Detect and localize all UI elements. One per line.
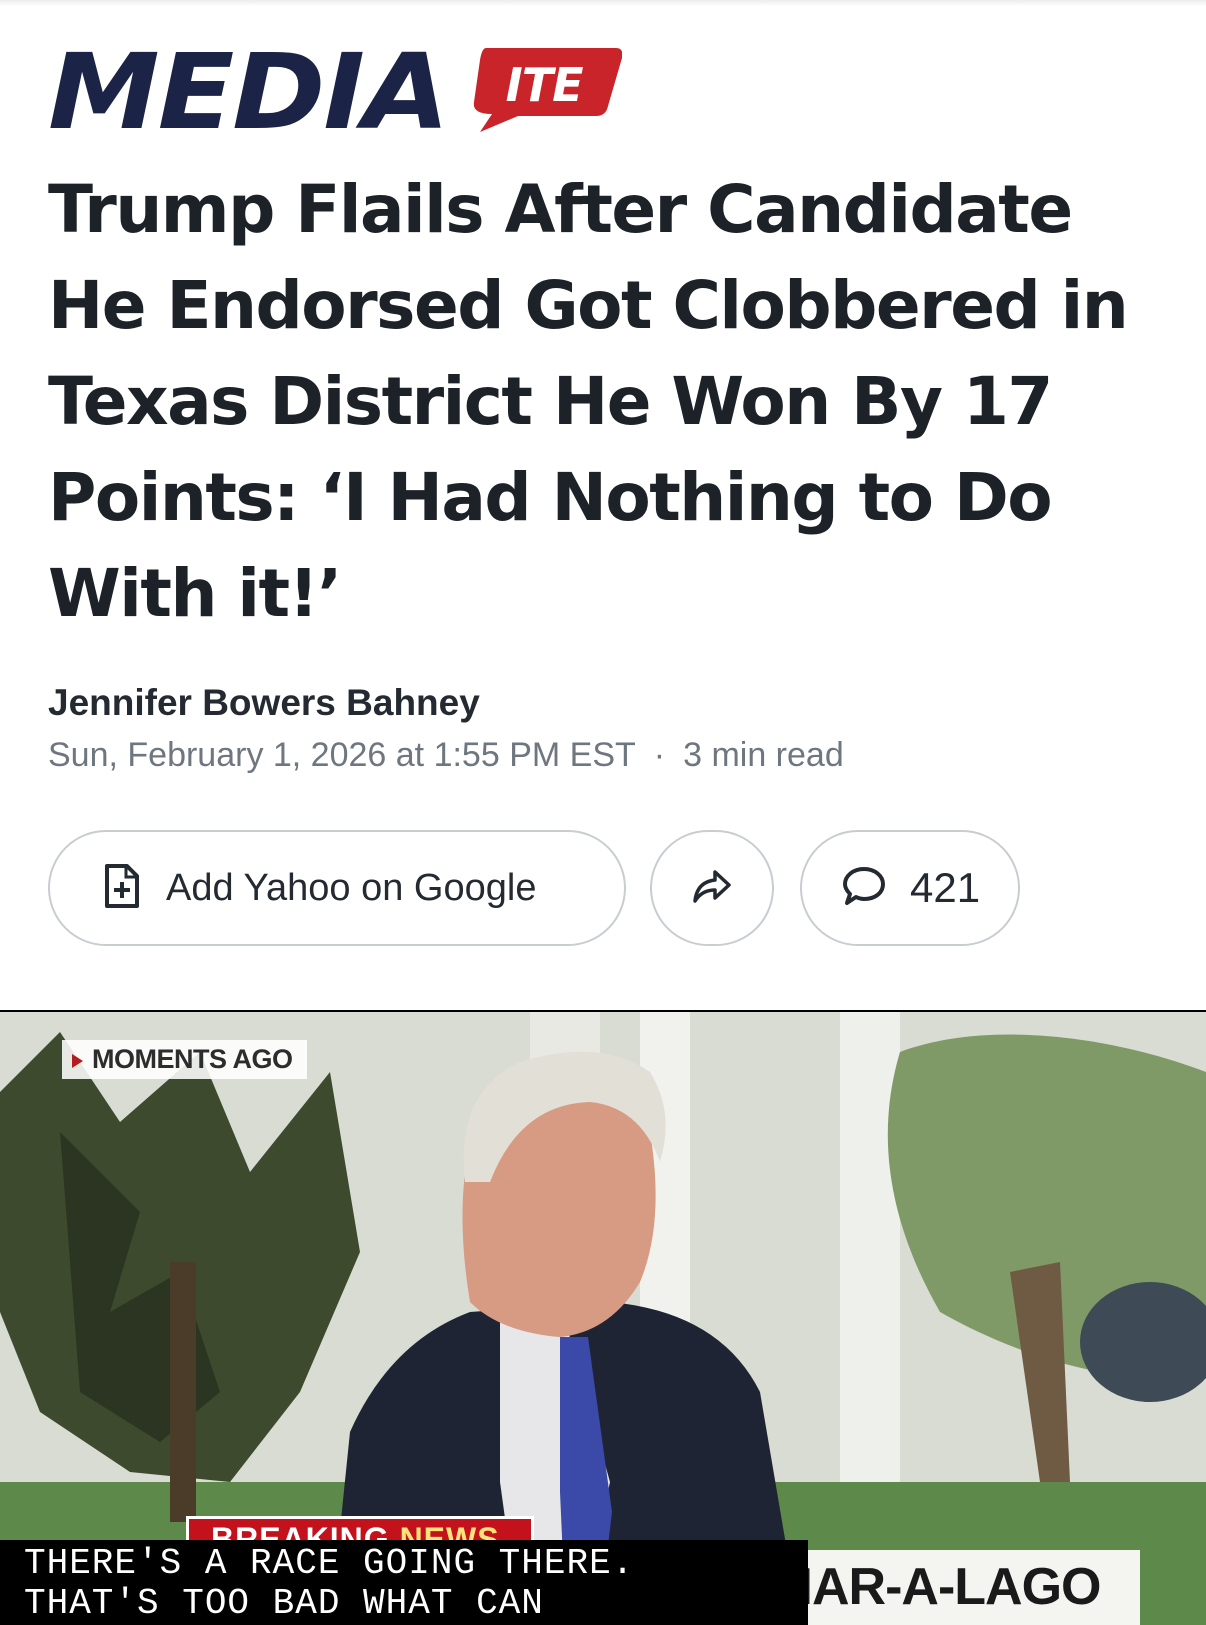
moments-ago-tag: MOMENTS AGO bbox=[62, 1040, 307, 1079]
add-yahoo-label: Add Yahoo on Google bbox=[166, 866, 537, 909]
meta-separator: · bbox=[653, 736, 666, 774]
publish-date: Sun, February 1, 2026 at 1:55 PM EST bbox=[48, 736, 636, 774]
logo-badge-text: ITE bbox=[505, 58, 584, 112]
add-document-icon bbox=[104, 863, 140, 914]
caption-line-1: THERE'S A RACE GOING THERE. bbox=[24, 1543, 635, 1584]
news-broadcast-photo bbox=[0, 1012, 1206, 1625]
caption-line-2: THAT'S TOO BAD WHAT CAN bbox=[24, 1583, 544, 1624]
mediaite-logo[interactable]: MEDIA ITE bbox=[48, 31, 623, 153]
article-headline: Trump Flails After Candidate He Endorsed… bbox=[48, 171, 1129, 632]
logo-speech-badge: ITE bbox=[466, 36, 623, 134]
add-yahoo-on-google-button[interactable]: Add Yahoo on Google bbox=[48, 830, 626, 946]
comments-button[interactable]: 421 bbox=[800, 830, 1020, 946]
read-time: 3 min read bbox=[683, 736, 844, 774]
share-arrow-icon bbox=[691, 868, 733, 909]
article-hero-image[interactable] bbox=[0, 1010, 1206, 1625]
share-button[interactable] bbox=[650, 830, 774, 946]
comment-count: 421 bbox=[910, 864, 981, 911]
logo-wordmark: MEDIA bbox=[48, 31, 450, 153]
top-edge-shadow bbox=[0, 0, 1206, 6]
closed-caption: THERE'S A RACE GOING THERE. THAT'S TOO BA… bbox=[0, 1540, 808, 1625]
author-name[interactable]: Jennifer Bowers Bahney bbox=[48, 682, 480, 724]
article-meta: Sun, February 1, 2026 at 1:55 PM EST · 3… bbox=[48, 736, 844, 775]
speech-bubble-icon bbox=[842, 866, 886, 911]
